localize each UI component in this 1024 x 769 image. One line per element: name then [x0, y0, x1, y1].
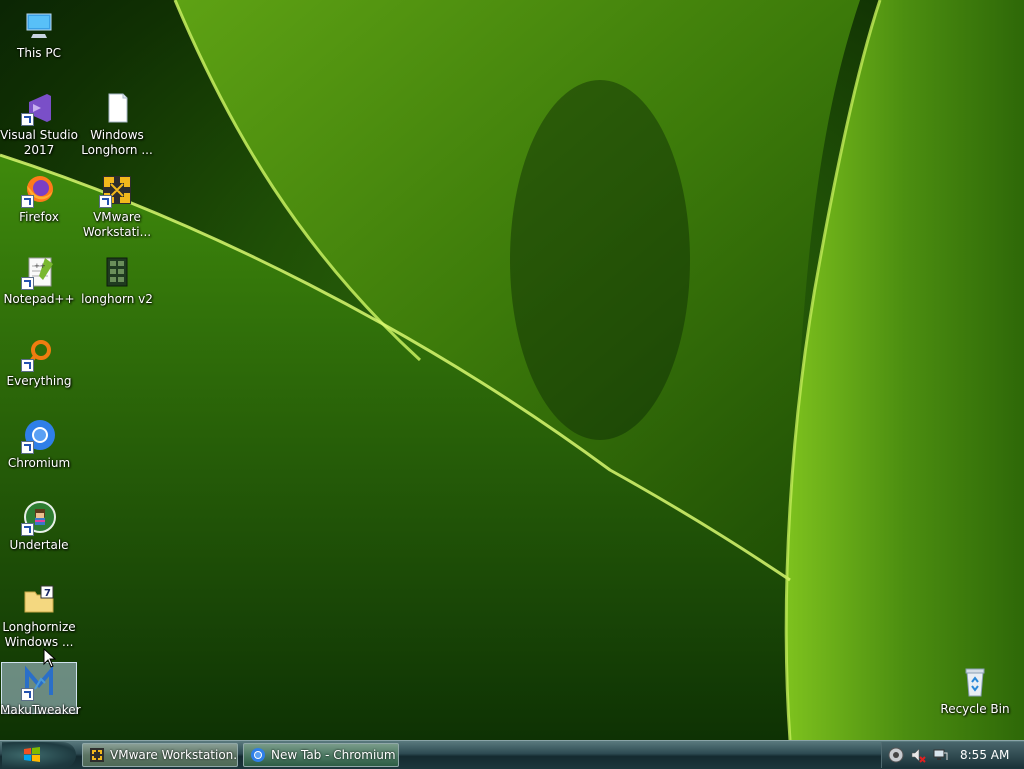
desktop-icon-visual-studio[interactable]: Visual Studio 2017 — [0, 88, 78, 162]
computer-icon — [21, 8, 57, 44]
firefox-icon — [21, 172, 57, 208]
desktop-icon-this-pc[interactable]: This PC — [0, 6, 78, 80]
notepad-plus-plus-icon: ++ — [21, 254, 57, 290]
desktop-icon-label: MakuTweaker — [0, 703, 81, 717]
taskbar-button-vmware[interactable]: VMware Workstation... — [82, 743, 238, 767]
desktop-icon-recycle-bin[interactable]: Recycle Bin — [936, 662, 1014, 736]
svg-text:++: ++ — [34, 262, 46, 270]
recycle-bin-icon — [957, 664, 993, 700]
desktop-icon-undertale[interactable]: Undertale — [0, 498, 78, 572]
desktop-icon-longhorn-v2[interactable]: longhorn v2 — [78, 252, 156, 326]
desktop-icon-label: Windows Longhorn ... — [81, 128, 153, 157]
desktop-icon-notepad-plus-plus[interactable]: ++ Notepad++ — [0, 252, 78, 326]
network-globe-icon[interactable] — [888, 747, 904, 763]
start-button[interactable] — [2, 742, 76, 768]
volume-muted-icon[interactable] — [910, 747, 926, 763]
network-monitor-icon[interactable] — [932, 747, 948, 763]
desktop-icon-label: Undertale — [9, 538, 69, 552]
undertale-icon — [21, 500, 57, 536]
shortcut-arrow-icon — [21, 195, 34, 208]
desktop-icon-label: longhorn v2 — [81, 292, 153, 306]
shortcut-arrow-icon — [21, 359, 34, 372]
desktop-icon-longhornize-windows[interactable]: 7 Longhornize Windows ... — [0, 580, 78, 654]
shortcut-arrow-icon — [21, 688, 34, 701]
desktop-icon-label: Firefox — [19, 210, 59, 224]
folder-icon: 7 — [21, 582, 57, 618]
desktop-icon-label: This PC — [17, 46, 61, 60]
search-icon — [21, 336, 57, 372]
desktop[interactable]: This PC Visual Studio 2017 Windows Longh… — [0, 0, 1024, 740]
system-tray: 8:55 AM — [881, 742, 1024, 768]
desktop-icon-chromium[interactable]: Chromium — [0, 416, 78, 490]
vmware-icon — [90, 748, 104, 762]
desktop-icon-label: Everything — [6, 374, 72, 388]
taskbar-button-label: New Tab - Chromium — [271, 748, 396, 762]
desktop-icon-makutweaker[interactable]: MakuTweaker — [0, 662, 81, 717]
desktop-icon-label: Recycle Bin — [940, 702, 1010, 716]
desktop-icon-label: VMware Workstati... — [82, 210, 152, 239]
makutweaker-icon — [21, 665, 57, 701]
vmware-icon — [99, 172, 135, 208]
shortcut-arrow-icon — [21, 113, 34, 126]
desktop-icon-firefox[interactable]: Firefox — [0, 170, 78, 244]
document-icon — [99, 90, 135, 126]
shortcut-arrow-icon — [21, 523, 34, 536]
windows-logo-icon — [24, 747, 40, 762]
film-reel-icon — [99, 254, 135, 290]
desktop-icon-label: Longhornize Windows ... — [2, 620, 76, 649]
shortcut-arrow-icon — [21, 441, 34, 454]
taskbar-button-label: VMware Workstation... — [110, 748, 237, 762]
desktop-icon-windows-longhorn[interactable]: Windows Longhorn ... — [78, 88, 156, 162]
chromium-icon — [21, 418, 57, 454]
chromium-icon — [251, 748, 265, 762]
desktop-icon-vmware[interactable]: VMware Workstati... — [78, 170, 156, 244]
taskbar: VMware Workstation... New Tab - Chromium… — [0, 740, 1024, 769]
svg-text:7: 7 — [44, 588, 51, 599]
taskbar-clock[interactable]: 8:55 AM — [960, 748, 1009, 762]
shortcut-arrow-icon — [99, 195, 112, 208]
desktop-icon-label: Visual Studio 2017 — [0, 128, 78, 157]
taskbar-button-chromium[interactable]: New Tab - Chromium — [243, 743, 399, 767]
visual-studio-icon — [21, 90, 57, 126]
desktop-icon-everything[interactable]: Everything — [0, 334, 78, 408]
desktop-icon-label: Notepad++ — [3, 292, 75, 306]
mouse-cursor-icon — [43, 648, 57, 668]
desktop-icon-label: Chromium — [7, 456, 71, 470]
shortcut-arrow-icon — [21, 277, 34, 290]
